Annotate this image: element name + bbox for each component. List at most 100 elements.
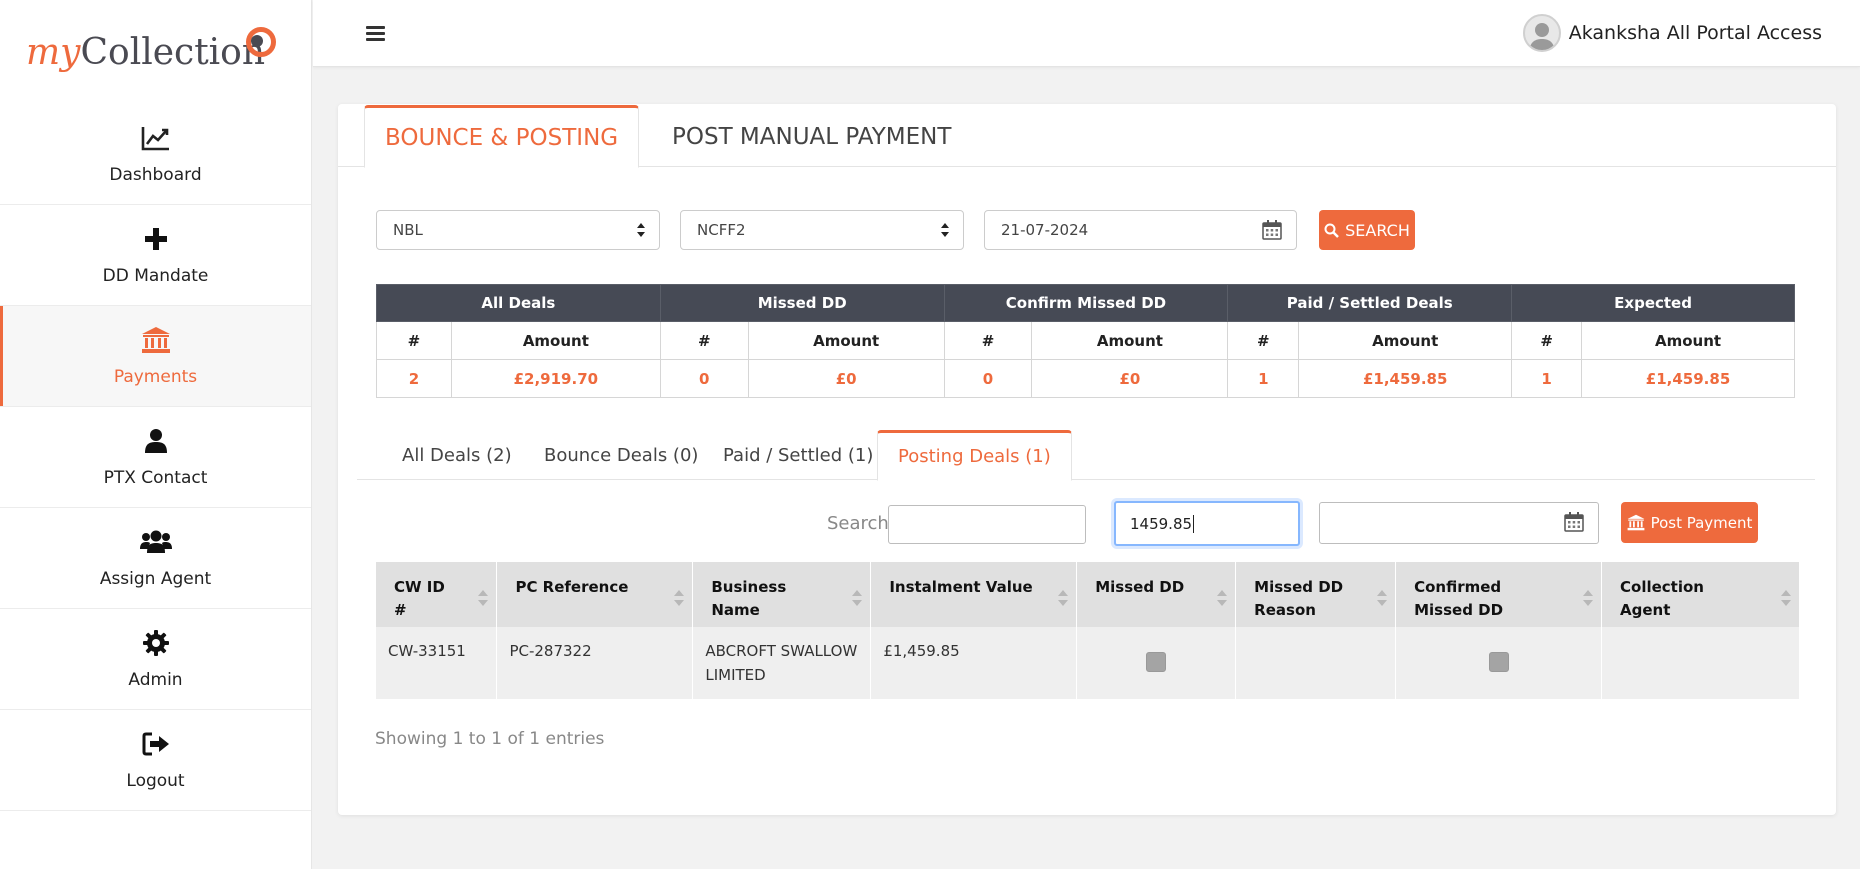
brand-logo[interactable]: my Collection: [0, 0, 311, 104]
posting-date-input[interactable]: [1319, 502, 1599, 544]
search-icon: [1324, 223, 1340, 238]
column-header-label: CW ID #: [394, 578, 445, 619]
column-header-business-name[interactable]: Business Name: [692, 562, 872, 627]
summary-amount: £0: [747, 359, 945, 398]
post-payment-label: Post Payment: [1650, 513, 1753, 532]
summary-count: 1: [1227, 359, 1300, 398]
bank-icon: [1627, 514, 1644, 531]
cell-business-name: ABCROFT SWALLOW LIMITED: [692, 627, 872, 699]
column-header-label: Confirmed Missed DD: [1414, 578, 1504, 619]
column-header-collection-agent[interactable]: Collection Agent: [1601, 562, 1800, 627]
product-select-value: NCFF2: [697, 221, 746, 239]
select-arrows-icon: [637, 223, 645, 237]
cell-missed-dd-reason: [1235, 627, 1397, 699]
tab-paid-settled[interactable]: Paid / Settled (1): [723, 430, 873, 480]
gear-icon: [140, 628, 172, 658]
sidebar: my Collection Dashboard DD Mandate Paymen…: [0, 0, 312, 869]
sidebar-item-dashboard[interactable]: Dashboard: [0, 104, 311, 205]
tab-posting-deals[interactable]: Posting Deals (1): [877, 430, 1072, 481]
sidebar-item-label: Logout: [126, 771, 185, 791]
product-select[interactable]: NCFF2: [680, 210, 964, 250]
table-info: Showing 1 to 1 of 1 entries: [375, 729, 605, 749]
column-header-confirmed-missed-dd[interactable]: Confirmed Missed DD: [1395, 562, 1603, 627]
table-search-input[interactable]: [888, 505, 1086, 544]
column-header-label: Missed DD Reason: [1254, 578, 1344, 619]
sort-icon: [1058, 590, 1069, 606]
sidebar-item-logout[interactable]: Logout: [0, 710, 311, 811]
summary-col-count: #: [1227, 321, 1300, 360]
sort-icon: [1377, 590, 1388, 606]
summary-row: 2 £2,919.70 0 £0 0 £0 1 £1,459.85 1 £1,4…: [376, 359, 1795, 398]
cell-missed-dd: [1076, 627, 1237, 699]
user-icon: [140, 426, 172, 456]
cell-confirmed-missed-dd: [1395, 627, 1603, 699]
sort-icon: [1583, 590, 1594, 606]
search-label: Search:: [827, 513, 895, 534]
summary-count: 2: [376, 359, 452, 398]
tab-bounce-deals[interactable]: Bounce Deals (0): [544, 430, 698, 480]
summary-count: 0: [659, 359, 749, 398]
column-header-missed-dd-reason[interactable]: Missed DD Reason: [1235, 562, 1397, 627]
summary-col-amount: Amount: [747, 321, 945, 360]
select-arrows-icon: [941, 223, 949, 237]
summary-count: 0: [943, 359, 1033, 398]
sort-icon: [478, 590, 489, 606]
summary-amount: £1,459.85: [1298, 359, 1513, 398]
users-icon: [139, 527, 172, 557]
tab-post-manual-payment[interactable]: POST MANUAL PAYMENT: [652, 105, 971, 168]
sidebar-item-ptx-contact[interactable]: PTX Contact: [0, 407, 311, 508]
summary-col-amount: Amount: [450, 321, 661, 360]
column-header-cw-id[interactable]: CW ID #: [376, 562, 498, 627]
cell-instalment-value: £1,459.85: [870, 627, 1078, 699]
calendar-icon[interactable]: [1262, 220, 1282, 240]
user-menu[interactable]: Akanksha All Portal Access: [1522, 14, 1822, 52]
menu-toggle-icon[interactable]: [366, 26, 385, 42]
tab-bounce-posting[interactable]: BOUNCE & POSTING: [364, 105, 640, 168]
plus-icon: [140, 224, 172, 254]
tab-all-deals[interactable]: All Deals (2): [402, 430, 512, 480]
column-header-label: PC Reference: [515, 578, 629, 596]
summary-amount: £2,919.70: [450, 359, 661, 398]
summary-col-count: #: [659, 321, 749, 360]
table-row[interactable]: CW-33151 PC-287322 ABCROFT SWALLOW LIMIT…: [376, 627, 1800, 699]
summary-group-all-deals: All Deals: [376, 284, 661, 322]
lender-select[interactable]: NBL: [376, 210, 660, 250]
sidebar-item-assign-agent[interactable]: Assign Agent: [0, 508, 311, 609]
summary-table: All Deals Missed DD Confirm Missed DD Pa…: [376, 284, 1795, 398]
sidebar-item-label: Dashboard: [109, 165, 202, 185]
post-payment-button[interactable]: Post Payment: [1621, 502, 1758, 543]
summary-group-missed-dd: Missed DD: [659, 284, 945, 322]
bank-icon: [140, 325, 172, 355]
summary-col-count: #: [376, 321, 452, 360]
summary-group-confirm-missed-dd: Confirm Missed DD: [943, 284, 1229, 322]
missed-dd-checkbox[interactable]: [1146, 652, 1167, 672]
sidebar-item-label: Payments: [113, 367, 198, 387]
search-button-label: SEARCH: [1345, 220, 1410, 240]
summary-col-amount: Amount: [1031, 321, 1229, 360]
sidebar-item-label: DD Mandate: [102, 266, 209, 286]
user-name: Akanksha All Portal Access: [1568, 22, 1822, 44]
logo-collection-text: Collection: [80, 31, 266, 73]
sidebar-item-payments[interactable]: Payments: [0, 306, 311, 407]
column-header-missed-dd[interactable]: Missed DD: [1076, 562, 1237, 627]
search-button[interactable]: SEARCH: [1319, 210, 1415, 250]
date-field[interactable]: 21-07-2024: [984, 210, 1297, 250]
amount-input[interactable]: 1459.85: [1114, 501, 1300, 546]
summary-group-paid-settled: Paid / Settled Deals: [1227, 284, 1513, 322]
confirmed-missed-dd-checkbox[interactable]: [1488, 652, 1509, 672]
column-header-instalment-value[interactable]: Instalment Value: [870, 562, 1078, 627]
sidebar-item-label: PTX Contact: [103, 468, 208, 488]
summary-col-amount: Amount: [1298, 321, 1513, 360]
chart-line-icon: [140, 123, 172, 153]
column-header-pc-reference[interactable]: PC Reference: [496, 562, 694, 627]
sign-out-icon: [140, 729, 172, 759]
date-field-value: 21-07-2024: [1001, 221, 1089, 239]
cell-cw-id: CW-33151: [376, 627, 498, 699]
sidebar-item-admin[interactable]: Admin: [0, 609, 311, 710]
calendar-icon[interactable]: [1564, 512, 1584, 532]
sidebar-item-dd-mandate[interactable]: DD Mandate: [0, 205, 311, 306]
summary-count: 1: [1511, 359, 1583, 398]
topbar: Akanksha All Portal Access: [313, 0, 1860, 67]
column-header-label: Missed DD: [1095, 578, 1185, 596]
sidebar-item-label: Assign Agent: [99, 569, 212, 589]
